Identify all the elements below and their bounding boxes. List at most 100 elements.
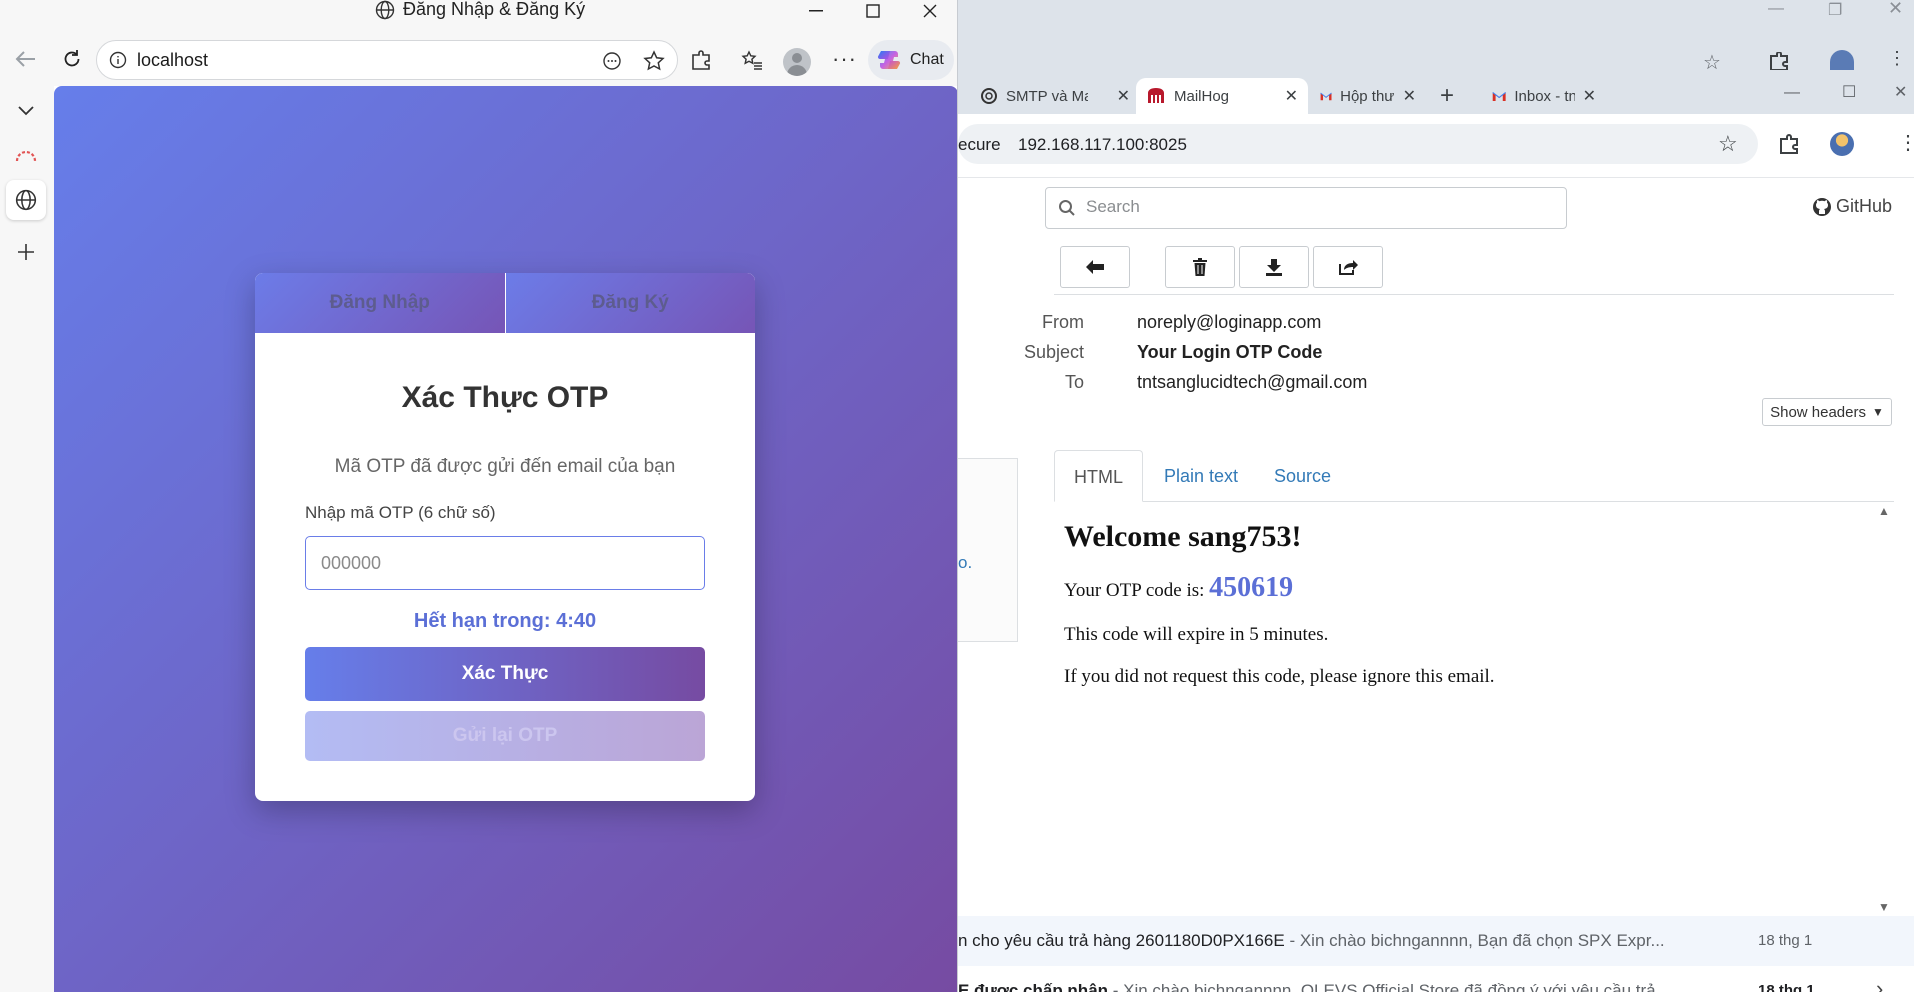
sidebar-item-web[interactable] — [6, 180, 46, 220]
github-link[interactable]: GitHub — [1812, 196, 1892, 217]
minimize-button[interactable] — [796, 0, 836, 22]
extensions-icon[interactable] — [690, 50, 712, 70]
chevron-right-icon[interactable]: › — [1876, 976, 1883, 992]
tab-label: Hộp thư đến — [1340, 87, 1395, 105]
chrome-address-bar[interactable]: ecure 192.168.117.100:8025 ☆ — [958, 124, 1758, 164]
otp-prefix: Your OTP code is: — [1064, 580, 1210, 601]
auth-card: Đăng Nhập Đăng Ký Xác Thực OTP Mã OTP đã… — [255, 273, 755, 801]
tab-plain-text[interactable]: Plain text — [1145, 450, 1257, 502]
gmail-list-row[interactable]: E được chấp nhận - Xin chào bichngannnn,… — [958, 966, 1914, 992]
page-viewport: Đăng Nhập Đăng Ký Xác Thực OTP Mã OTP đã… — [54, 86, 957, 992]
download-button[interactable] — [1239, 246, 1309, 288]
inner-close-button[interactable]: ✕ — [1894, 82, 1907, 102]
edge-titlebar: Đăng Nhập & Đăng Ký — [0, 0, 957, 22]
tab-hop-thu-den[interactable]: Hộp thư đến ✕ — [1310, 78, 1426, 114]
outer-restore-button[interactable]: ❐ — [1828, 0, 1842, 22]
security-label: ecure — [958, 135, 1001, 154]
gmail-list-row[interactable]: n cho yêu cầu trả hàng 2601180D0PX166E -… — [958, 916, 1914, 966]
close-tab-icon[interactable]: ✕ — [1285, 86, 1298, 106]
delete-button[interactable] — [1165, 246, 1235, 288]
minimize-icon — [809, 10, 823, 12]
otp-code: 450619 — [1209, 572, 1294, 603]
subject-value: Your Login OTP Code — [1137, 342, 1323, 362]
message-list-peek: o. — [958, 458, 1018, 642]
favorites-icon[interactable] — [741, 49, 763, 71]
new-tab-icon[interactable]: + — [1440, 82, 1454, 110]
scroll-down-icon[interactable]: ▼ — [1878, 900, 1890, 914]
gmail-icon — [1320, 92, 1332, 101]
outer-extensions-icon[interactable] — [1768, 52, 1790, 70]
refresh-icon[interactable] — [62, 49, 82, 69]
email-scrollbar[interactable]: ▲ ▼ — [1878, 504, 1894, 916]
chrome-outer-toolbar: ☆ ⋮ — [958, 34, 1914, 74]
favorite-star-icon[interactable] — [643, 50, 665, 72]
close-tab-icon[interactable]: ✕ — [1117, 86, 1130, 106]
address-bar[interactable]: localhost — [96, 40, 678, 80]
window-title: Đăng Nhập & Đăng Ký — [375, 0, 585, 20]
tab-source[interactable]: Source — [1255, 450, 1350, 502]
peek-link[interactable]: o. — [958, 553, 972, 573]
mailhog-icon — [1148, 88, 1164, 103]
reading-mode-icon[interactable] — [602, 51, 622, 71]
copilot-chat-button[interactable]: Chat — [868, 40, 954, 80]
release-button[interactable] — [1313, 246, 1383, 288]
outer-profile-avatar[interactable] — [1830, 50, 1854, 70]
inner-minimize-button[interactable]: — — [1784, 84, 1800, 102]
back-arrow-icon[interactable] — [14, 50, 36, 68]
tab-smtp[interactable]: SMTP và Ma ✕ — [970, 78, 1140, 114]
outer-close-button[interactable]: ✕ — [1888, 0, 1903, 20]
show-headers-button[interactable]: Show headers ▼ — [1762, 398, 1892, 426]
extensions-icon[interactable] — [1778, 134, 1800, 154]
otp-line: Your OTP code is: 450619 — [1064, 572, 1495, 604]
copilot-icon — [877, 51, 901, 69]
tab-mailhog[interactable]: MailHog ✕ — [1136, 78, 1308, 114]
row-subject: E được chấp nhận — [958, 981, 1109, 992]
window-title-text: Đăng Nhập & Đăng Ký — [403, 0, 586, 19]
sidebar-collapse-button[interactable] — [6, 91, 46, 131]
scroll-up-icon[interactable]: ▲ — [1878, 504, 1890, 518]
tab-login[interactable]: Đăng Nhập — [255, 273, 505, 333]
maximize-button[interactable] — [853, 0, 893, 22]
otp-subtitle: Mã OTP đã được gửi đến email của bạn — [334, 456, 676, 477]
from-label: From — [1042, 312, 1084, 332]
close-tab-icon[interactable]: ✕ — [1583, 86, 1596, 106]
otp-title: Xác Thực OTP — [401, 381, 609, 414]
resend-otp-button[interactable]: Gửi lại OTP — [305, 711, 705, 761]
chevron-down-icon — [18, 106, 34, 116]
inner-maximize-button[interactable]: ☐ — [1842, 82, 1856, 102]
outer-minimize-button[interactable]: — — [1768, 0, 1784, 22]
globe-icon — [375, 0, 395, 19]
otp-input[interactable] — [305, 536, 705, 590]
email-body: Welcome sang753! Your OTP code is: 45061… — [1064, 520, 1495, 708]
back-button[interactable] — [1060, 246, 1130, 288]
more-options-icon[interactable]: ··· — [832, 46, 857, 72]
menu-icon[interactable]: ⋮ — [1898, 130, 1914, 155]
info-icon[interactable] — [109, 51, 127, 69]
tab-html[interactable]: HTML — [1054, 450, 1143, 502]
row-date: 18 thg 1 — [1758, 932, 1813, 949]
share-icon — [1339, 260, 1358, 275]
mailhog-search-box[interactable] — [1045, 187, 1567, 229]
outer-menu-icon[interactable]: ⋮ — [1888, 48, 1906, 69]
trash-icon — [1193, 258, 1207, 276]
url-text: 192.168.117.100:8025 — [1018, 135, 1187, 154]
to-label: To — [1064, 372, 1084, 392]
download-icon — [1266, 259, 1282, 276]
row-date: 18 thg 1 — [1758, 982, 1815, 992]
tab-inbox[interactable]: Inbox - tntsa ✕ — [1482, 78, 1606, 114]
bookmark-star-icon[interactable]: ☆ — [1718, 131, 1738, 157]
close-button[interactable] — [910, 0, 950, 22]
chrome-toolbar: ecure 192.168.117.100:8025 ☆ ⋮ — [958, 114, 1914, 178]
sidebar-item-performance[interactable] — [6, 136, 46, 176]
close-tab-icon[interactable]: ✕ — [1403, 86, 1416, 106]
mailhog-view-tabs: HTML Plain text Source — [1054, 450, 1894, 502]
profile-avatar[interactable] — [1830, 132, 1854, 156]
search-input[interactable] — [1086, 188, 1556, 226]
verify-button[interactable]: Xác Thực — [305, 647, 705, 701]
tab-label: MailHog — [1174, 87, 1230, 105]
maximize-icon — [866, 4, 880, 18]
profile-avatar[interactable] — [783, 48, 811, 76]
sidebar-add-button[interactable] — [6, 232, 46, 272]
chrome-tab-strip: SMTP và Ma ✕ MailHog ✕ Hộp thư đến ✕ Inb… — [958, 70, 1914, 114]
tab-register[interactable]: Đăng Ký — [505, 273, 755, 333]
